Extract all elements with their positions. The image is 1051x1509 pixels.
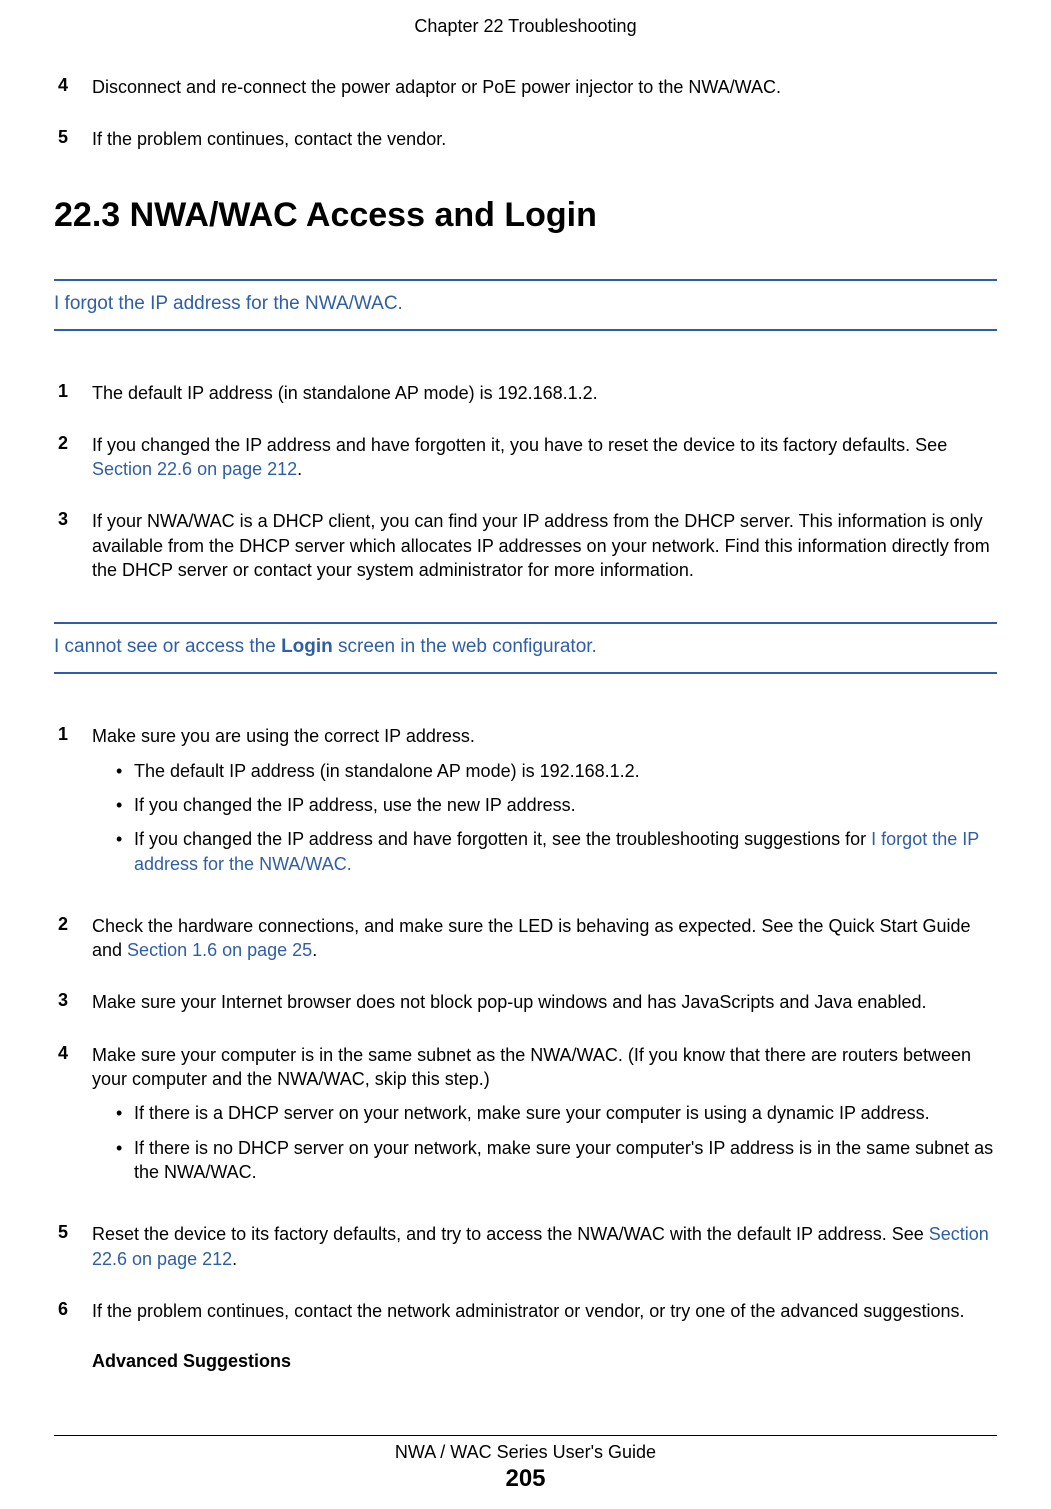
step-text: Check the hardware connections, and make…: [92, 914, 997, 963]
list-item: 1 The default IP address (in standalone …: [54, 381, 997, 405]
footer-divider: [54, 1435, 997, 1436]
cross-reference-link[interactable]: Section 1.6 on page 25: [127, 940, 312, 960]
list-item: 6 If the problem continues, contact the …: [54, 1299, 997, 1323]
topic-heading: I cannot see or access the Login screen …: [54, 636, 597, 657]
bullet-list: If there is a DHCP server on your networ…: [116, 1101, 997, 1184]
step-text: The default IP address (in standalone AP…: [92, 381, 997, 405]
step-text: If your NWA/WAC is a DHCP client, you ca…: [92, 509, 997, 582]
step-number: 4: [54, 1043, 92, 1194]
step-text: Make sure your computer is in the same s…: [92, 1043, 997, 1194]
list-item: 4 Disconnect and re-connect the power ad…: [54, 75, 997, 99]
step-text: Make sure your Internet browser does not…: [92, 990, 997, 1014]
text-bold: Login: [281, 636, 333, 657]
step-number: 3: [54, 990, 92, 1014]
list-item: 5 If the problem continues, contact the …: [54, 127, 997, 151]
bullet-item: If there is no DHCP server on your netwo…: [116, 1136, 997, 1185]
page-number: 205: [0, 1465, 1051, 1493]
text-run: .: [232, 1249, 237, 1269]
advanced-suggestions-heading: Advanced Suggestions: [92, 1351, 997, 1372]
text-run: Make sure your computer is in the same s…: [92, 1045, 971, 1089]
list-item: 2 If you changed the IP address and have…: [54, 433, 997, 482]
chapter-header: Chapter 22 Troubleshooting: [54, 16, 997, 37]
step-text: Reset the device to its factory defaults…: [92, 1222, 997, 1271]
bullet-item: If you changed the IP address and have f…: [116, 827, 997, 876]
bullet-item: If there is a DHCP server on your networ…: [116, 1101, 997, 1125]
list-item: 3 If your NWA/WAC is a DHCP client, you …: [54, 509, 997, 582]
list-item: 4 Make sure your computer is in the same…: [54, 1043, 997, 1194]
page-footer: NWA / WAC Series User's Guide 205: [0, 1435, 1051, 1493]
step-text: If you changed the IP address and have f…: [92, 433, 997, 482]
step-number: 2: [54, 914, 92, 963]
step-number: 3: [54, 509, 92, 582]
step-text: If the problem continues, contact the ne…: [92, 1299, 997, 1323]
text-run: .: [312, 940, 317, 960]
step-number: 5: [54, 127, 92, 151]
bullet-list: The default IP address (in standalone AP…: [116, 759, 997, 876]
bullet-item: The default IP address (in standalone AP…: [116, 759, 997, 783]
step-number: 6: [54, 1299, 92, 1323]
step-number: 4: [54, 75, 92, 99]
step-number: 2: [54, 433, 92, 482]
step-text: If the problem continues, contact the ve…: [92, 127, 997, 151]
text-run: .: [297, 459, 302, 479]
text-run: Make sure you are using the correct IP a…: [92, 726, 475, 746]
topic-callout: I cannot see or access the Login screen …: [54, 622, 997, 674]
list-item: 3 Make sure your Internet browser does n…: [54, 990, 997, 1014]
list-item: 1 Make sure you are using the correct IP…: [54, 724, 997, 885]
step-number: 1: [54, 381, 92, 405]
cross-reference-link[interactable]: Section 22.6 on page 212: [92, 459, 297, 479]
step-text: Disconnect and re-connect the power adap…: [92, 75, 997, 99]
text-run: I cannot see or access the: [54, 636, 281, 657]
topic-callout: I forgot the IP address for the NWA/WAC.: [54, 279, 997, 331]
section-heading: 22.3 NWA/WAC Access and Login: [54, 196, 997, 235]
text-run: screen in the web configurator.: [333, 636, 597, 657]
footer-guide-title: NWA / WAC Series User's Guide: [0, 1442, 1051, 1463]
step-text: Make sure you are using the correct IP a…: [92, 724, 997, 885]
step-number: 1: [54, 724, 92, 885]
text-run: Reset the device to its factory defaults…: [92, 1224, 929, 1244]
page-container: Chapter 22 Troubleshooting 4 Disconnect …: [0, 0, 1051, 1509]
list-item: 5 Reset the device to its factory defaul…: [54, 1222, 997, 1271]
step-number: 5: [54, 1222, 92, 1271]
list-item: 2 Check the hardware connections, and ma…: [54, 914, 997, 963]
topic-heading: I forgot the IP address for the NWA/WAC.: [54, 293, 403, 314]
text-run: If you changed the IP address and have f…: [134, 829, 871, 849]
bullet-item: If you changed the IP address, use the n…: [116, 793, 997, 817]
text-run: If you changed the IP address and have f…: [92, 435, 947, 455]
